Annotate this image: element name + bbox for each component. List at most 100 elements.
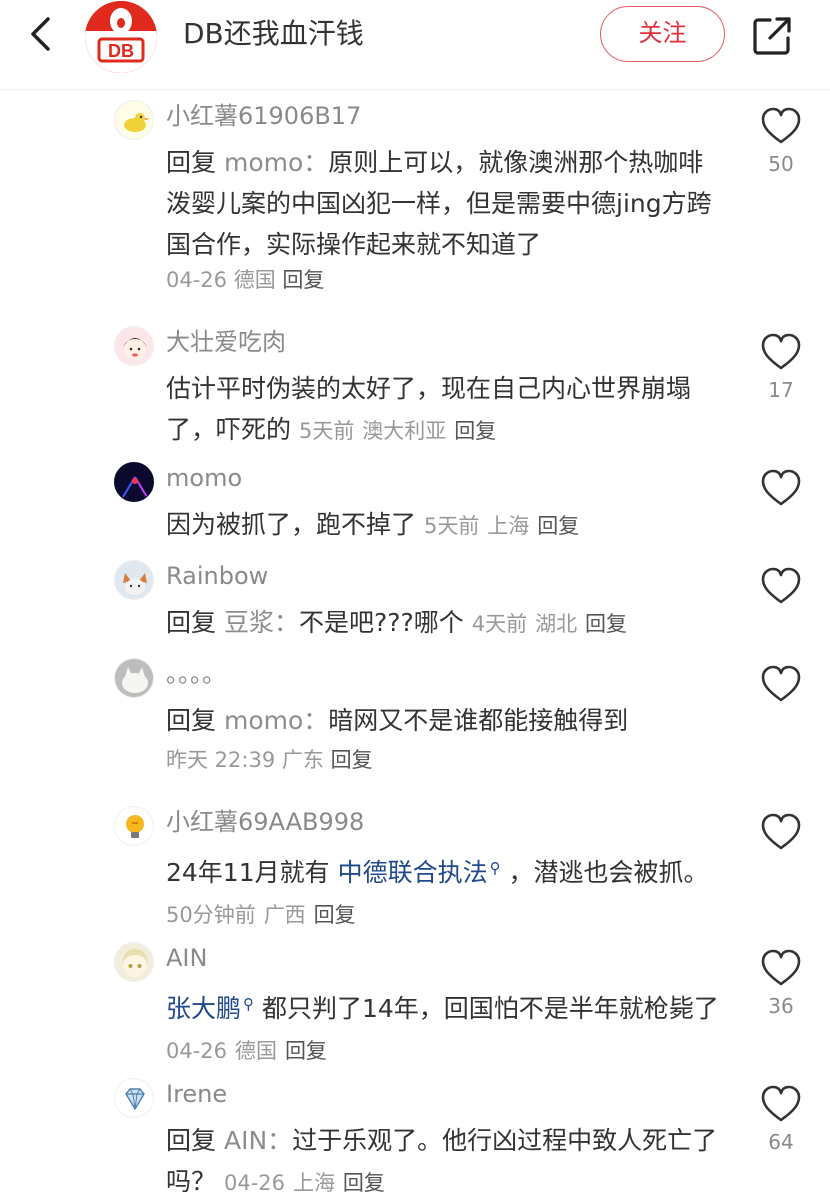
comment-content-end: ，潜逃也会被抓。 [500, 858, 709, 887]
like-count: 17 [768, 378, 794, 402]
like-heart-icon[interactable] [760, 664, 802, 706]
comment-username[interactable]: AIN [166, 942, 207, 974]
reply-target[interactable]: AIN [224, 1126, 267, 1155]
reply-button[interactable]: 回复 [314, 903, 356, 927]
like-heart-icon[interactable] [760, 812, 802, 854]
reply-button[interactable]: 回复 [537, 514, 579, 538]
comment-location: 上海 [292, 1171, 335, 1195]
comment-date: 昨天 22:39 [166, 748, 276, 772]
reply-separator: ： [303, 148, 329, 177]
comment-content: 因为被抓了，跑不掉了 [166, 510, 417, 539]
lightbulb-avatar-icon [126, 815, 144, 838]
reply-target[interactable]: momo [224, 148, 303, 177]
anime-avatar-icon [122, 949, 148, 977]
search-link-icon: ⚲ [243, 995, 255, 1013]
comment-text: 张大鹏 ⚲ 都只判了14年，回国怕不是半年就枪毙了 04-26 德国 回复 [166, 984, 726, 1072]
comment-date: 04-26 [166, 268, 228, 292]
reply-separator: ： [303, 706, 329, 735]
like-heart-icon[interactable] [760, 566, 802, 608]
comment-location: 上海 [487, 514, 530, 538]
comment-username[interactable]: 。。。。 [166, 658, 226, 690]
user-avatar[interactable] [114, 560, 154, 600]
reply-prefix: 回复 [166, 1126, 217, 1155]
girl-avatar-icon [123, 338, 147, 360]
comment-location: 湖北 [535, 612, 578, 636]
comment-date: 50分钟前 [166, 903, 256, 927]
comment-date: 04-26 [166, 1039, 228, 1063]
comment-text: 回复 AIN：过于乐观了。他行凶过程中致人死亡了吗？ 04-26 上海 回复 [166, 1120, 726, 1204]
comment-username[interactable]: Irene [166, 1078, 227, 1110]
page-title: DB还我血汗钱 [183, 17, 364, 50]
like-heart-icon[interactable] [760, 468, 802, 510]
reply-target[interactable]: momo [224, 706, 303, 735]
like-count: 36 [768, 994, 794, 1018]
user-avatar[interactable] [114, 462, 154, 502]
comment-username[interactable]: 大壮爱吃肉 [166, 326, 286, 358]
comment-location: 广东 [281, 748, 324, 772]
comment-date: 5天前 [298, 419, 355, 443]
concert-avatar-icon [115, 463, 153, 501]
back-arrow-icon[interactable] [22, 14, 62, 54]
like-heart-icon[interactable] [760, 1084, 802, 1126]
comment-text: 回复 豆浆：不是吧???哪个 4天前 湖北 回复 [166, 602, 726, 645]
like-heart-icon[interactable] [760, 948, 802, 990]
share-icon[interactable] [750, 14, 794, 58]
reply-separator: ： [273, 608, 299, 637]
comment-text: 回复 momo：暗网又不是谁都能接触得到 [166, 700, 726, 741]
comment-location: 澳大利亚 [362, 419, 447, 443]
comment-username[interactable]: momo [166, 462, 242, 494]
user-avatar[interactable] [114, 100, 154, 140]
account-avatar[interactable]: DB [85, 1, 157, 73]
reply-target[interactable]: 豆浆 [224, 608, 274, 637]
reply-button[interactable]: 回复 [285, 1039, 327, 1063]
comment-meta: 04-26 德国 回复 [166, 266, 324, 294]
reply-button[interactable]: 回复 [282, 268, 324, 292]
like-heart-icon[interactable] [760, 106, 802, 148]
user-avatar[interactable] [114, 942, 154, 982]
reply-separator: ： [267, 1126, 293, 1155]
topic-link[interactable]: 张大鹏 [166, 994, 241, 1023]
fox-avatar-icon [115, 561, 153, 599]
comment-username[interactable]: Rainbow [166, 560, 268, 592]
like-heart-icon[interactable] [760, 332, 802, 374]
user-avatar[interactable] [114, 326, 154, 366]
avatar-logo-text: DB [108, 41, 134, 61]
comment-text: 回复 momo：原则上可以，就像澳洲那个热咖啡泼婴儿案的中国凶犯一样，但是需要中… [166, 142, 726, 265]
header-divider [0, 89, 830, 90]
search-link-icon: ⚲ [489, 859, 501, 877]
reply-prefix: 回复 [166, 608, 217, 637]
reply-prefix: 回复 [166, 148, 217, 177]
comment-meta: 昨天 22:39 广东 回复 [166, 746, 373, 774]
comment-location: 广西 [263, 903, 306, 927]
comment-text: 估计平时伪装的太好了，现在自己内心世界崩塌了，吓死的 5天前 澳大利亚 回复 [166, 368, 726, 452]
reply-button[interactable]: 回复 [585, 612, 627, 636]
comment-text: 因为被抓了，跑不掉了 5天前 上海 回复 [166, 504, 726, 547]
follow-button[interactable]: 关注 [600, 6, 725, 62]
comment-location: 德国 [233, 268, 276, 292]
reply-prefix: 回复 [166, 706, 217, 735]
cat-avatar-icon [115, 659, 153, 697]
comment-location: 德国 [234, 1039, 277, 1063]
reply-button[interactable]: 回复 [454, 419, 496, 443]
top-bar: DB DB还我血汗钱 关注 [0, 0, 830, 86]
comment-username[interactable]: 小红薯69AAB998 [166, 806, 364, 838]
comment-date: 04-26 [223, 1171, 285, 1195]
reply-button[interactable]: 回复 [343, 1171, 385, 1195]
comment-content: 都只判了14年，回国怕不是半年就枪毙了 [254, 994, 719, 1023]
like-count: 64 [768, 1130, 794, 1154]
reply-button[interactable]: 回复 [331, 748, 373, 772]
user-avatar[interactable] [114, 806, 154, 846]
comment-username[interactable]: 小红薯61906B17 [166, 100, 361, 132]
topic-link[interactable]: 中德联合执法 [338, 858, 488, 887]
user-avatar[interactable] [114, 1078, 154, 1118]
chick-avatar-icon [124, 113, 150, 132]
comment-text: 24年11月就有 中德联合执法 ⚲ ，潜逃也会被抓。 50分钟前 广西 回复 [166, 848, 726, 936]
comment-content: 暗网又不是谁都能接触得到 [328, 706, 629, 735]
comment-content: 不是吧???哪个 [299, 608, 464, 637]
diamond-avatar-icon [125, 1088, 145, 1110]
db-logo-icon: DB [85, 1, 157, 73]
comment-date: 5天前 [423, 514, 480, 538]
comment-date: 4天前 [471, 612, 528, 636]
user-avatar[interactable] [114, 658, 154, 698]
comment-content-start: 24年11月就有 [166, 858, 338, 887]
